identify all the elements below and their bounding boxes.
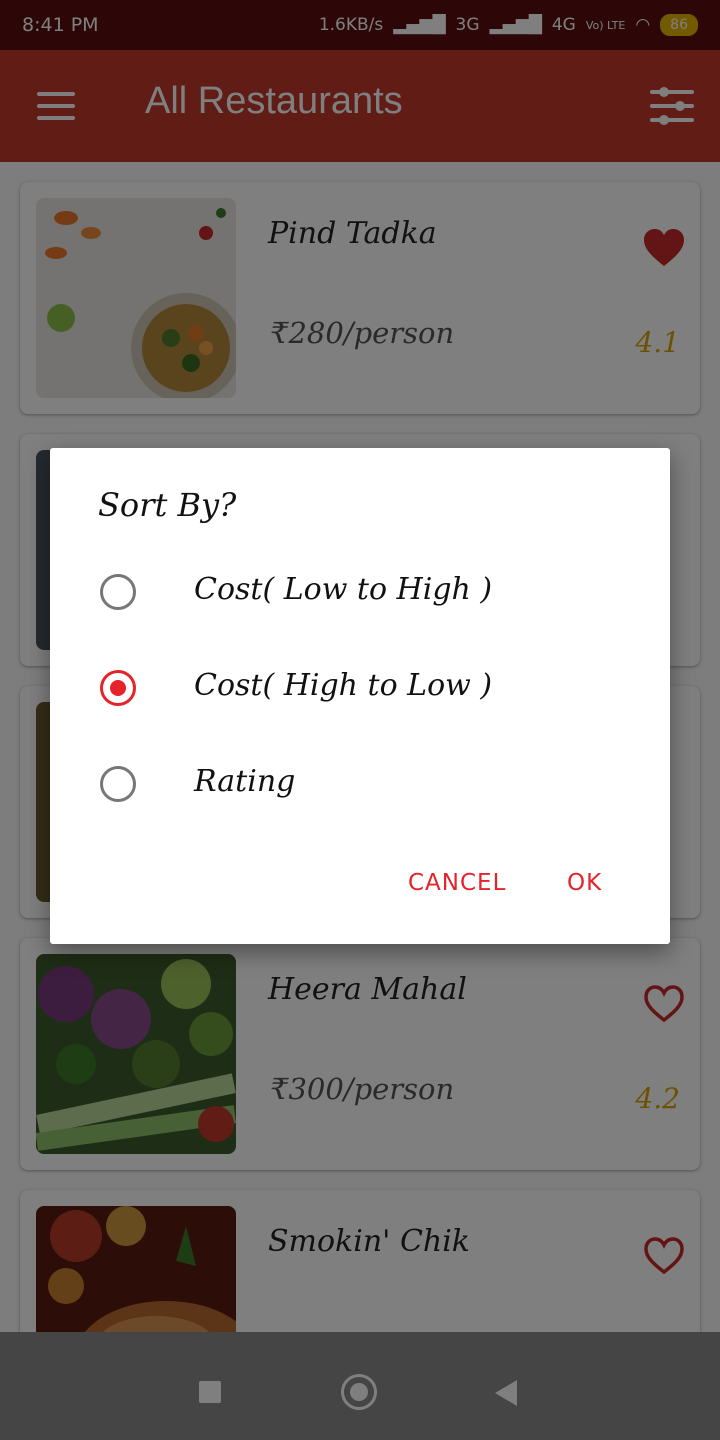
sort-dialog: Sort By? Cost( Low to High ) Cost( High … <box>50 448 670 944</box>
option-label: Rating <box>194 764 296 799</box>
dialog-title: Sort By? <box>98 486 237 524</box>
radio-button[interactable] <box>100 766 136 802</box>
cancel-button[interactable]: CANCEL <box>408 870 506 896</box>
sort-option-cost-low-to-high[interactable]: Cost( Low to High ) <box>100 564 620 624</box>
radio-button-checked[interactable] <box>100 670 136 706</box>
ok-button[interactable]: OK <box>567 870 602 896</box>
option-label: Cost( Low to High ) <box>194 572 493 607</box>
sort-option-rating[interactable]: Rating <box>100 756 620 816</box>
option-label: Cost( High to Low ) <box>194 668 493 703</box>
sort-option-cost-high-to-low[interactable]: Cost( High to Low ) <box>100 660 620 720</box>
radio-button[interactable] <box>100 574 136 610</box>
